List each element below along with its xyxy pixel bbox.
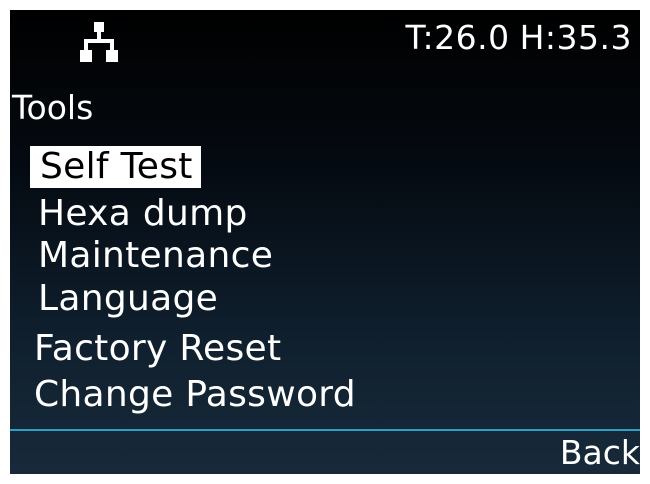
- menu-item-hexa-dump[interactable]: Hexa dump: [38, 193, 248, 235]
- tools-menu: Self Test Hexa dump Maintenance Language…: [10, 10, 640, 430]
- menu-item-change-password[interactable]: Change Password: [34, 374, 356, 416]
- menu-item-maintenance[interactable]: Maintenance: [38, 235, 273, 277]
- menu-item-self-test[interactable]: Self Test: [30, 146, 201, 188]
- softkey-bar: Back: [10, 431, 640, 474]
- device-screen: T:26.0 H:35.3 Tools Self Test Hexa dump M…: [10, 10, 640, 474]
- menu-item-language[interactable]: Language: [38, 278, 218, 320]
- back-softkey[interactable]: Back: [560, 433, 640, 473]
- menu-item-factory-reset[interactable]: Factory Reset: [34, 328, 281, 370]
